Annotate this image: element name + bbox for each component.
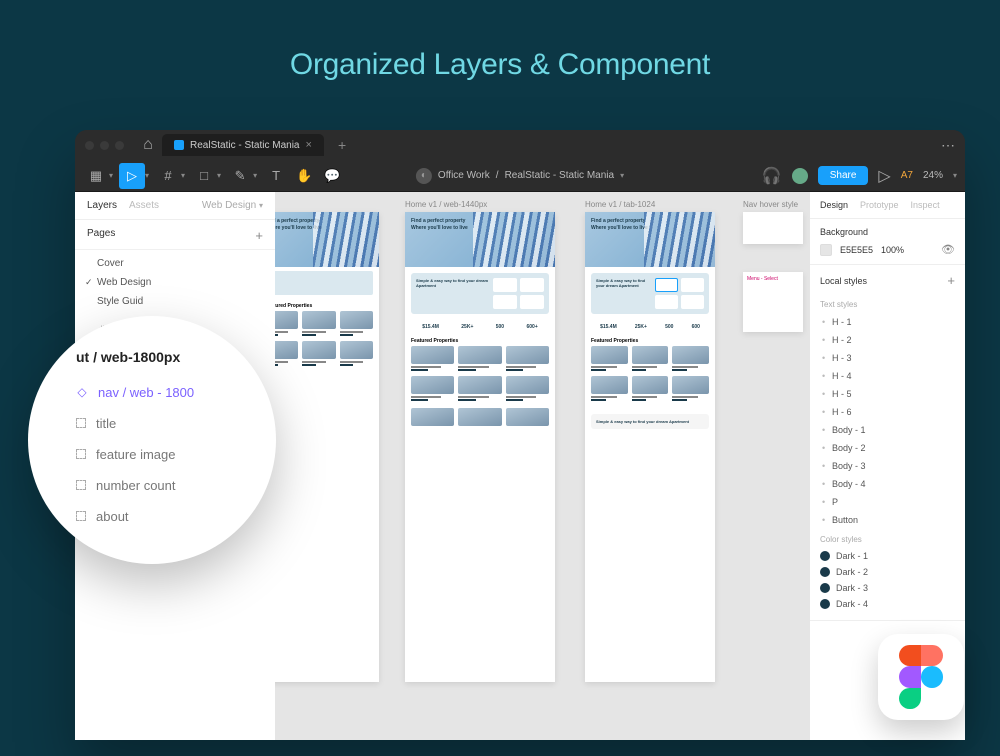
text-style-item[interactable]: H - 2 (820, 331, 955, 349)
artboard-label: Nav hover style (743, 200, 798, 209)
team-avatar-icon: ◐ (416, 168, 432, 184)
artboard[interactable]: Nav hover style (743, 212, 803, 244)
file-name: RealStatic - Static Mania (505, 170, 615, 181)
bg-opacity[interactable]: 100% (881, 245, 904, 255)
color-styles-label: Color styles (820, 529, 955, 548)
figma-logo-icon (899, 645, 943, 709)
shape-tool-icon[interactable]: □ (191, 163, 217, 189)
close-icon[interactable]: × (306, 139, 312, 151)
page-item[interactable]: Style Guid (75, 292, 275, 311)
add-style-button[interactable]: + (947, 273, 955, 288)
zoom-level[interactable]: 24% (923, 170, 943, 181)
popover-layer-item[interactable]: feature image (76, 439, 276, 470)
move-tool-icon[interactable]: ▷ (119, 163, 145, 189)
text-style-item[interactable]: H - 1 (820, 313, 955, 331)
artboard[interactable]: Find a perfect property Where you'll lov… (275, 212, 379, 682)
window-titlebar: ⌂ RealStatic - Static Mania × + ⋯ (75, 130, 965, 160)
zoom-a-label: A7 (901, 170, 913, 181)
new-tab-button[interactable]: + (330, 137, 354, 153)
artboard-label: Home v1 / web-1440px (405, 200, 487, 209)
home-icon[interactable]: ⌂ (140, 137, 156, 153)
visibility-icon[interactable]: 👁 (941, 243, 955, 256)
page-title: Organized Layers & Component (0, 0, 1000, 110)
artboard[interactable]: Menu - Select (743, 272, 803, 332)
tab-inspect[interactable]: Inspect (911, 200, 940, 210)
color-style-item[interactable]: Dark - 2 (820, 564, 955, 580)
share-button[interactable]: Share (818, 166, 869, 185)
background-heading: Background (820, 227, 955, 237)
pen-tool-icon[interactable]: ✎ (227, 163, 253, 189)
file-tab[interactable]: RealStatic - Static Mania × (162, 134, 324, 156)
page-item[interactable]: Cover (75, 254, 275, 273)
text-style-item[interactable]: Body - 2 (820, 439, 955, 457)
page-selector[interactable]: Web Design ▾ (202, 200, 263, 211)
text-style-item[interactable]: Body - 1 (820, 421, 955, 439)
pages-heading: Pages (87, 228, 115, 243)
bg-hex[interactable]: E5E5E5 (840, 245, 873, 255)
color-style-item[interactable]: Dark - 1 (820, 548, 955, 564)
team-name: Office Work (438, 170, 490, 181)
frame-tool-icon[interactable]: # (155, 163, 181, 189)
file-breadcrumb[interactable]: ◐ Office Work / RealStatic - Static Mani… (416, 168, 624, 184)
hand-tool-icon[interactable]: ✋ (291, 163, 317, 189)
page-list: Cover Web Design Style Guid (75, 250, 275, 315)
bg-swatch[interactable] (820, 244, 832, 256)
color-style-item[interactable]: Dark - 4 (820, 596, 955, 612)
text-style-item[interactable]: P (820, 493, 955, 511)
color-style-item[interactable]: Dark - 3 (820, 580, 955, 596)
add-page-button[interactable]: + (255, 228, 263, 243)
popover-layer-item[interactable]: title (76, 408, 276, 439)
toolbar: ▦▾ ▷▾ #▾ □▾ ✎▾ T ✋ 💬 ◐ Office Work / Rea… (75, 160, 965, 192)
figma-logo-badge (878, 634, 964, 720)
overflow-icon[interactable]: ⋯ (941, 137, 955, 154)
popover-layer-item[interactable]: nav / web - 1800 (76, 377, 276, 408)
popover-layer-item[interactable]: number count (76, 470, 276, 501)
tab-assets[interactable]: Assets (129, 200, 159, 211)
text-style-item[interactable]: Button (820, 511, 955, 529)
text-style-item[interactable]: H - 3 (820, 349, 955, 367)
text-style-item[interactable]: H - 6 (820, 403, 955, 421)
artboard[interactable]: Home v1 / tab-1024 Find a perfect proper… (585, 212, 715, 682)
tab-design[interactable]: Design (820, 200, 848, 210)
headphones-icon[interactable]: 🎧 (762, 166, 782, 186)
text-style-item[interactable]: H - 4 (820, 367, 955, 385)
artboard[interactable]: Home v1 / web-1440px Find a perfect prop… (405, 212, 555, 682)
file-tab-label: RealStatic - Static Mania (190, 140, 300, 151)
text-style-item[interactable]: Body - 4 (820, 475, 955, 493)
tab-prototype[interactable]: Prototype (860, 200, 899, 210)
text-styles-label: Text styles (820, 294, 955, 313)
local-styles-heading: Local styles (820, 276, 867, 286)
tool-group-left: ▦▾ ▷▾ #▾ □▾ ✎▾ T ✋ 💬 (83, 163, 345, 189)
text-style-item[interactable]: Body - 3 (820, 457, 955, 475)
comment-tool-icon[interactable]: 💬 (319, 163, 345, 189)
text-tool-icon[interactable]: T (263, 163, 289, 189)
present-icon[interactable]: ▷ (878, 166, 890, 186)
main-menu-icon[interactable]: ▦ (83, 163, 109, 189)
artboard-label: Home v1 / tab-1024 (585, 200, 655, 209)
canvas[interactable]: Find a perfect property Where you'll lov… (275, 192, 810, 740)
tab-layers[interactable]: Layers (87, 200, 117, 211)
window-controls[interactable] (85, 141, 124, 150)
text-style-item[interactable]: H - 5 (820, 385, 955, 403)
layers-closeup-popover: ut / web-1800px nav / web - 1800titlefea… (28, 316, 276, 564)
page-item[interactable]: Web Design (75, 273, 275, 292)
figma-doc-icon (174, 140, 184, 150)
user-avatar[interactable] (792, 168, 808, 184)
